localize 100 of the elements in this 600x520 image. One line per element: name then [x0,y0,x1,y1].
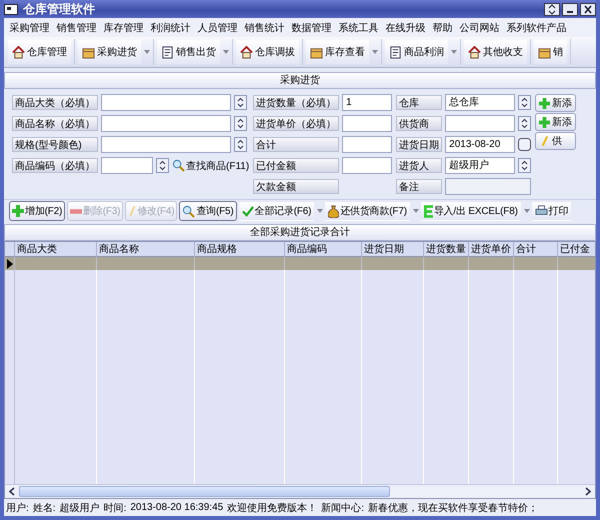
input-field[interactable] [342,115,392,132]
toolbar-button[interactable]: 仓库调拔 [236,40,299,64]
combo-field[interactable] [101,94,231,111]
plus-icon [12,205,24,217]
column-header[interactable]: 合计 [514,242,558,257]
combo-field[interactable]: 超级用户 [445,157,516,174]
field-label: 商品大类（必填） [12,95,98,110]
toolbar-button[interactable]: 销售出货 [157,40,220,64]
menu-item[interactable]: 公司网站 [456,20,503,34]
toolbar-button[interactable]: 仓库管理 [8,40,71,64]
field-label: 进货单价（必填） [253,116,340,131]
action-button[interactable]: 查询(F5) [179,201,237,221]
spinner-icon[interactable] [234,116,247,131]
input-field[interactable] [342,136,392,153]
side-button[interactable]: 新添 [535,113,576,131]
plus-icon [539,116,550,128]
caret-icon[interactable] [372,50,378,54]
field-label: 规格(型号颜色) [12,137,98,152]
scroll-thumb[interactable] [19,486,390,497]
combo-field[interactable] [101,136,231,153]
menu-item[interactable]: 系列软件产品 [503,20,570,34]
caret-icon[interactable] [412,209,419,213]
house-icon [468,46,481,58]
status-label: 时间: [104,502,126,514]
date-field[interactable]: 2013-08-20 [445,136,516,153]
minus-icon [70,208,82,214]
calendar-button-icon[interactable] [518,138,532,151]
field-label: 进货人 [396,158,442,173]
caret-icon[interactable] [317,209,324,213]
spinner-icon[interactable] [518,116,532,131]
field-label: 供货商 [396,116,442,131]
checkmark-icon [242,206,254,216]
column-header[interactable]: 进货单价 [469,242,514,257]
combo-field[interactable] [101,157,153,174]
action-button[interactable]: 打印 [532,201,572,221]
column-header[interactable]: 商品编码 [285,242,362,257]
caret-icon[interactable] [144,50,150,54]
spinner-icon[interactable] [156,158,169,173]
pencil-icon [539,136,550,146]
side-button[interactable]: 供 [535,132,576,150]
column-header[interactable]: 商品名称 [97,242,195,257]
action-button[interactable]: 导入/出 EXCEL(F8) [420,201,521,221]
toolbar-button[interactable]: 商品利润 [385,40,448,64]
toolbar-button[interactable]: 其他收支 [464,40,527,64]
caret-icon[interactable] [223,50,229,54]
status-label: 用户: [6,502,29,514]
spinner-icon[interactable] [234,137,247,152]
house-icon [12,46,25,58]
spinner-icon[interactable] [518,95,532,110]
current-row-icon [6,258,12,268]
caret-icon[interactable] [524,209,530,213]
menu-item[interactable]: 在线升级 [382,20,429,34]
column-header[interactable]: 进货日期 [362,242,424,257]
box-icon [310,46,323,58]
status-value: 2013-08-20 16:39:45 [130,502,224,513]
document-icon [161,46,174,58]
column-header[interactable]: 已付金 [558,242,595,257]
combo-field[interactable] [101,115,231,132]
menu-item[interactable]: 销售统计 [241,20,288,34]
box-icon [538,46,551,58]
action-button[interactable]: 还供货商款(F7) [325,201,410,221]
window-title: 仓库管理软件 [23,0,95,18]
find-product-link[interactable]: 查找商品(F11) [186,158,250,172]
restore-icon[interactable] [544,2,560,16]
menu-item[interactable]: 利润统计 [147,20,194,34]
action-button[interactable]: 增加(F2) [9,201,66,221]
menu-item[interactable]: 销售管理 [53,20,100,34]
status-label: 新闻中心: [321,502,364,514]
menu-item[interactable]: 帮助 [429,20,456,34]
window-icon [4,4,18,14]
menu-item[interactable]: 数据管理 [288,20,335,34]
combo-field[interactable] [445,115,516,132]
side-button[interactable]: 新添 [535,94,576,112]
column-header[interactable]: 进货数量 [424,242,469,257]
money-bag-icon [328,204,340,218]
caret-icon[interactable] [451,50,457,54]
note-field[interactable] [445,178,532,195]
field-label: 已付金额 [253,158,340,173]
action-button[interactable]: 全部记录(F6) [238,201,314,221]
column-header[interactable]: 商品大类 [15,242,97,257]
minimize-icon[interactable] [562,2,578,16]
search-icon [172,159,185,172]
toolbar-button[interactable]: 采购进货 [78,40,141,64]
input-field[interactable]: 1 [342,94,392,111]
printer-icon [534,205,548,217]
document-icon [389,46,402,58]
menu-item[interactable]: 人员管理 [194,20,241,34]
menu-item[interactable]: 库存管理 [100,20,147,34]
close-icon[interactable] [580,2,596,16]
letter-e-icon [424,204,433,218]
horizontal-scrollbar[interactable] [5,484,595,498]
column-header[interactable]: 商品规格 [195,242,285,257]
toolbar-button[interactable]: 销 [534,40,567,64]
toolbar-button[interactable]: 库存查看 [306,40,369,64]
menu-item[interactable]: 采购管理 [6,20,53,34]
combo-field[interactable]: 总仓库 [445,94,516,111]
spinner-icon[interactable] [518,158,532,173]
menu-item[interactable]: 系统工具 [335,20,382,34]
input-field[interactable] [342,157,392,174]
spinner-icon[interactable] [234,95,247,110]
